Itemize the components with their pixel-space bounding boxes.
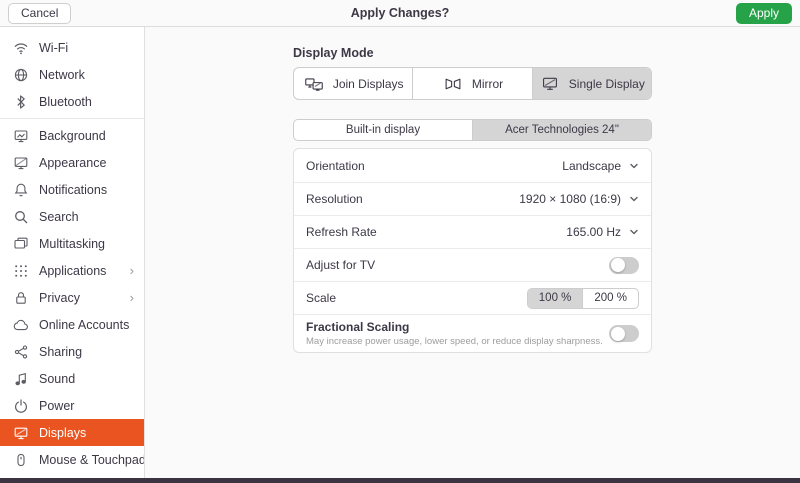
search-icon: [13, 209, 29, 225]
sound-note-icon: [13, 371, 29, 387]
fractional-scaling-label: Fractional Scaling: [306, 320, 603, 334]
orientation-label: Orientation: [306, 159, 365, 173]
sidebar-item-label: Sound: [39, 372, 134, 386]
orientation-value: Landscape: [562, 159, 621, 173]
chevron-down-icon: [629, 161, 639, 171]
refresh-rate-row[interactable]: Refresh Rate 165.00 Hz: [294, 215, 651, 248]
notifications-bell-icon: [13, 182, 29, 198]
applications-grid-icon: [13, 263, 29, 279]
sidebar-item-label: Sharing: [39, 345, 134, 359]
power-icon: [13, 398, 29, 414]
cloud-icon: [13, 317, 29, 333]
background-icon: [13, 128, 29, 144]
sidebar-item-label: Privacy: [39, 291, 120, 305]
mouse-icon: [13, 452, 29, 468]
toggle-knob: [611, 327, 625, 341]
apply-button[interactable]: Apply: [736, 3, 792, 24]
sidebar-item-label: Background: [39, 129, 134, 143]
sidebar-item-applications[interactable]: Applications ›: [0, 257, 144, 284]
sidebar-item-mouse-touchpad[interactable]: Mouse & Touchpad: [0, 446, 144, 473]
settings-sidebar: Wi-Fi Network Bluetooth Background Appea…: [0, 27, 145, 478]
adjust-for-tv-toggle[interactable]: [609, 257, 639, 274]
header-bar: Cancel Apply Changes? Apply: [0, 0, 800, 27]
cancel-button[interactable]: Cancel: [8, 3, 71, 24]
adjust-for-tv-row: Adjust for TV: [294, 248, 651, 281]
mode-option-label: Mirror: [472, 77, 503, 91]
sidebar-item-label: Mouse & Touchpad: [39, 453, 145, 467]
join-displays-icon: [303, 76, 325, 92]
bluetooth-icon: [13, 94, 29, 110]
refresh-rate-value: 165.00 Hz: [566, 225, 621, 239]
screen-bottom-edge: [0, 478, 800, 483]
fractional-scaling-toggle[interactable]: [609, 325, 639, 342]
scale-label: Scale: [306, 291, 336, 305]
sidebar-item-label: Bluetooth: [39, 95, 134, 109]
chevron-right-icon: ›: [130, 291, 134, 304]
sidebar-item-background[interactable]: Background: [0, 122, 144, 149]
sidebar-item-power[interactable]: Power: [0, 392, 144, 419]
sidebar-item-label: Applications: [39, 264, 120, 278]
network-globe-icon: [13, 67, 29, 83]
sidebar-item-search[interactable]: Search: [0, 203, 144, 230]
mode-option-label: Join Displays: [333, 77, 404, 91]
mode-option-label: Single Display: [569, 77, 645, 91]
sidebar-item-label: Multitasking: [39, 237, 134, 251]
wifi-icon: [13, 40, 29, 56]
single-display-icon: [539, 76, 561, 92]
sidebar-item-label: Online Accounts: [39, 318, 134, 332]
sidebar-item-privacy[interactable]: Privacy ›: [0, 284, 144, 311]
orientation-row[interactable]: Orientation Landscape: [294, 149, 651, 182]
scale-100-button[interactable]: 100 %: [528, 289, 584, 308]
adjust-for-tv-label: Adjust for TV: [306, 258, 375, 272]
scale-segmented: 100 % 200 %: [527, 288, 639, 309]
display-mode-segmented: Join Displays Mirror Single Display: [293, 67, 652, 100]
resolution-row[interactable]: Resolution 1920 × 1080 (16:9): [294, 182, 651, 215]
sidebar-item-notifications[interactable]: Notifications: [0, 176, 144, 203]
sidebar-item-bluetooth[interactable]: Bluetooth: [0, 88, 144, 115]
chevron-down-icon: [629, 227, 639, 237]
sidebar-item-sharing[interactable]: Sharing: [0, 338, 144, 365]
tab-built-in-display[interactable]: Built-in display: [294, 120, 473, 140]
mirror-icon: [442, 76, 464, 92]
sidebar-item-multitasking[interactable]: Multitasking: [0, 230, 144, 257]
sidebar-item-label: Wi-Fi: [39, 41, 134, 55]
single-display-button[interactable]: Single Display: [533, 68, 651, 99]
resolution-value: 1920 × 1080 (16:9): [519, 192, 621, 206]
multitasking-icon: [13, 236, 29, 252]
page-title: Apply Changes?: [0, 6, 800, 20]
display-options-card: Orientation Landscape Resolution 1920 × …: [293, 148, 652, 353]
display-mode-heading: Display Mode: [293, 46, 652, 60]
display-settings-panel: Display Mode Join Displays Mirror Single…: [145, 27, 800, 478]
privacy-lock-icon: [13, 290, 29, 306]
sidebar-item-label: Appearance: [39, 156, 134, 170]
join-displays-button[interactable]: Join Displays: [294, 68, 413, 99]
appearance-icon: [13, 155, 29, 171]
share-icon: [13, 344, 29, 360]
sidebar-item-label: Displays: [39, 426, 134, 440]
sidebar-item-online-accounts[interactable]: Online Accounts: [0, 311, 144, 338]
resolution-label: Resolution: [306, 192, 363, 206]
toggle-knob: [611, 258, 625, 272]
chevron-down-icon: [629, 194, 639, 204]
scale-row: Scale 100 % 200 %: [294, 281, 651, 314]
sidebar-item-wifi[interactable]: Wi-Fi: [0, 34, 144, 61]
sidebar-divider: [0, 118, 144, 119]
sidebar-item-label: Search: [39, 210, 134, 224]
fractional-scaling-description: May increase power usage, lower speed, o…: [306, 336, 603, 347]
sidebar-item-label: Power: [39, 399, 134, 413]
scale-200-button[interactable]: 200 %: [583, 289, 638, 308]
sidebar-item-label: Notifications: [39, 183, 134, 197]
sidebar-item-displays[interactable]: Displays: [0, 419, 144, 446]
mirror-button[interactable]: Mirror: [413, 68, 532, 99]
refresh-rate-label: Refresh Rate: [306, 225, 377, 239]
sidebar-item-appearance[interactable]: Appearance: [0, 149, 144, 176]
tab-acer-monitor[interactable]: Acer Technologies 24": [473, 120, 651, 140]
sidebar-item-sound[interactable]: Sound: [0, 365, 144, 392]
sidebar-item-label: Network: [39, 68, 134, 82]
displays-icon: [13, 425, 29, 441]
fractional-scaling-row: Fractional Scaling May increase power us…: [294, 314, 651, 352]
display-selector: Built-in display Acer Technologies 24": [293, 119, 652, 141]
chevron-right-icon: ›: [130, 264, 134, 277]
sidebar-item-network[interactable]: Network: [0, 61, 144, 88]
